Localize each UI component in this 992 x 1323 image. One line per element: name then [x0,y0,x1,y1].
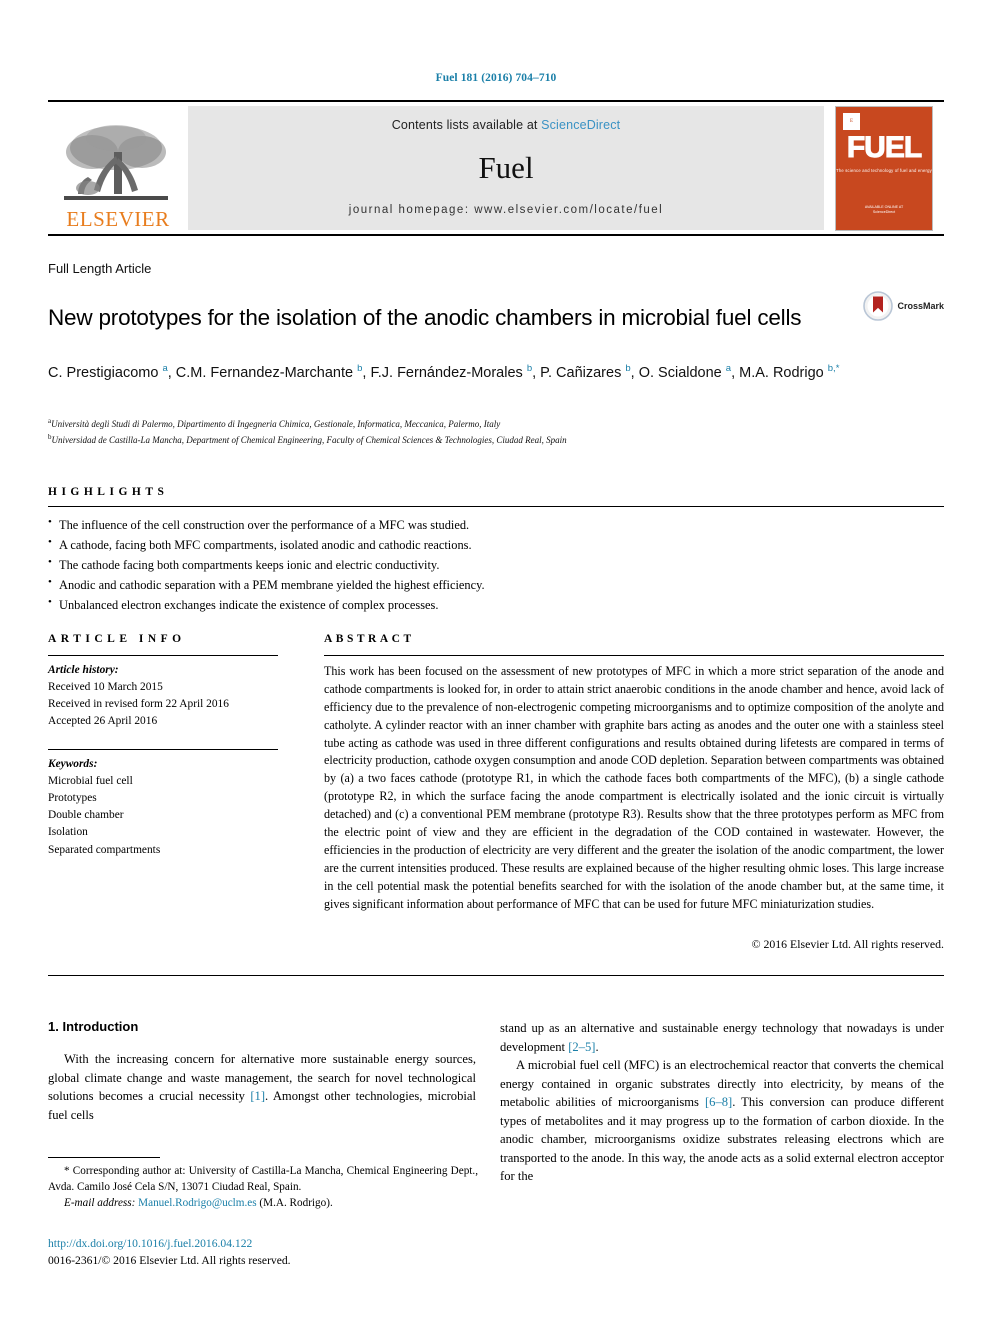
abstract-divider [324,655,944,656]
journal-homepage-link[interactable]: journal homepage: www.elsevier.com/locat… [349,204,663,216]
cover-footer: AVAILABLE ONLINE AT ScienceDirect [864,204,904,215]
affiliation-a-text: Università degli Studi di Palermo, Dipar… [51,419,501,429]
abstract-text: This work has been focused on the assess… [324,664,944,911]
abstract-bottom-divider [48,975,944,976]
article-history-item: Received 10 March 2015 [48,681,163,694]
article-info-divider-top [48,655,278,656]
keyword-item: Microbial fuel cell [48,775,133,788]
list-item: The cathode facing both compartments kee… [48,554,748,575]
contents-available-line: Contents lists available at ScienceDirec… [392,118,620,132]
issn-copyright-line: 0016-2361/© 2016 Elsevier Ltd. All right… [48,1253,291,1267]
body-column-left: With the increasing concern for alternat… [48,1050,476,1124]
footnote-block: * Corresponding author at: University of… [48,1163,478,1212]
crossmark-label: CrossMark [897,301,944,311]
article-info-heading: ARTICLE INFO [48,633,186,645]
paragraph: A microbial fuel cell (MFC) is an electr… [500,1058,945,1183]
cover-subtitle: The science and technology of fuel and e… [836,167,932,173]
paper-page: Fuel 181 (2016) 704–710 ELSEVIER Content… [0,0,992,1323]
corresponding-author-note: * Corresponding author at: University of… [48,1165,478,1194]
cover-title: FUEL [846,130,922,164]
email-label: E-mail address: [64,1197,136,1210]
elsevier-tree-icon [64,125,168,200]
email-link[interactable]: Manuel.Rodrigo@uclm.es [138,1197,256,1209]
article-history-item: Accepted 26 April 2016 [48,715,158,728]
abstract-heading: ABSTRACT [324,633,415,645]
body-column-right: stand up as an alternative and sustainab… [500,1019,944,1186]
article-type-label: Full Length Article [48,261,152,276]
footnote-divider [48,1157,160,1158]
highlights-divider [48,506,944,507]
keyword-item: Prototypes [48,792,97,805]
highlights-heading: HIGHLIGHTS [48,486,169,498]
article-history-block: Article history: Received 10 March 2015 … [48,662,288,730]
keywords-block: Keywords: Microbial fuel cell Prototypes… [48,756,288,859]
author-list: C. Prestigiacomo a, C.M. Fernandez-March… [48,363,840,381]
article-history-item: Received in revised form 22 April 2016 [48,698,229,711]
paragraph: With the increasing concern for alternat… [48,1052,476,1122]
journal-masthead: ELSEVIER Contents lists available at Sci… [48,100,944,236]
paragraph: stand up as an alternative and sustainab… [500,1021,944,1054]
crossmark-badge-group[interactable]: CrossMark [863,291,944,321]
elsevier-logo: ELSEVIER [48,102,188,234]
list-item: Anodic and cathodic separation with a PE… [48,574,748,595]
page-title: New prototypes for the isolation of the … [48,305,802,331]
section-heading-introduction: 1. Introduction [48,1019,139,1034]
running-head: Fuel 181 (2016) 704–710 [435,72,557,84]
list-item: The influence of the cell construction o… [48,514,748,535]
keywords-label: Keywords: [48,758,98,770]
crossmark-icon [863,291,894,321]
article-info-divider-mid [48,749,278,750]
doi-link[interactable]: http://dx.doi.org/10.1016/j.fuel.2016.04… [48,1236,478,1253]
cover-elsevier-mark-icon: E [843,112,860,130]
contents-prefix: Contents lists available at [391,118,542,132]
journal-title: Fuel [478,149,534,185]
journal-cover-image: E FUEL The science and technology of fue… [835,105,933,231]
affiliation-b-text: Universidad de Castilla-La Mancha, Depar… [51,434,567,445]
highlights-list: The influence of the cell construction o… [48,514,748,615]
affiliation-b: bUniversidad de Castilla-La Mancha, Depa… [48,432,938,448]
keyword-item: Separated compartments [48,843,161,856]
copyright-line: © 2016 Elsevier Ltd. All rights reserved… [751,937,944,951]
keyword-item: Double chamber [48,809,124,822]
doi-block: http://dx.doi.org/10.1016/j.fuel.2016.04… [48,1236,478,1270]
email-note: E-mail address: Manuel.Rodrigo@uclm.es (… [48,1195,478,1211]
journal-banner: Contents lists available at ScienceDirec… [188,106,824,230]
email-suffix: (M.A. Rodrigo). [259,1197,333,1210]
affiliation-a: aUniversità degli Studi di Palermo, Dipa… [48,416,938,432]
elsevier-wordmark: ELSEVIER [66,207,170,231]
sciencedirect-link[interactable]: ScienceDirect [541,118,620,132]
affiliation-list: aUniversità degli Studi di Palermo, Dipa… [48,416,938,447]
article-history-label: Article history: [48,664,119,676]
list-item: A cathode, facing both MFC compartments,… [48,534,748,555]
journal-cover-block: E FUEL The science and technology of fue… [824,102,944,234]
keyword-item: Isolation [48,826,88,839]
list-item: Unbalanced electron exchanges indicate t… [48,594,748,615]
